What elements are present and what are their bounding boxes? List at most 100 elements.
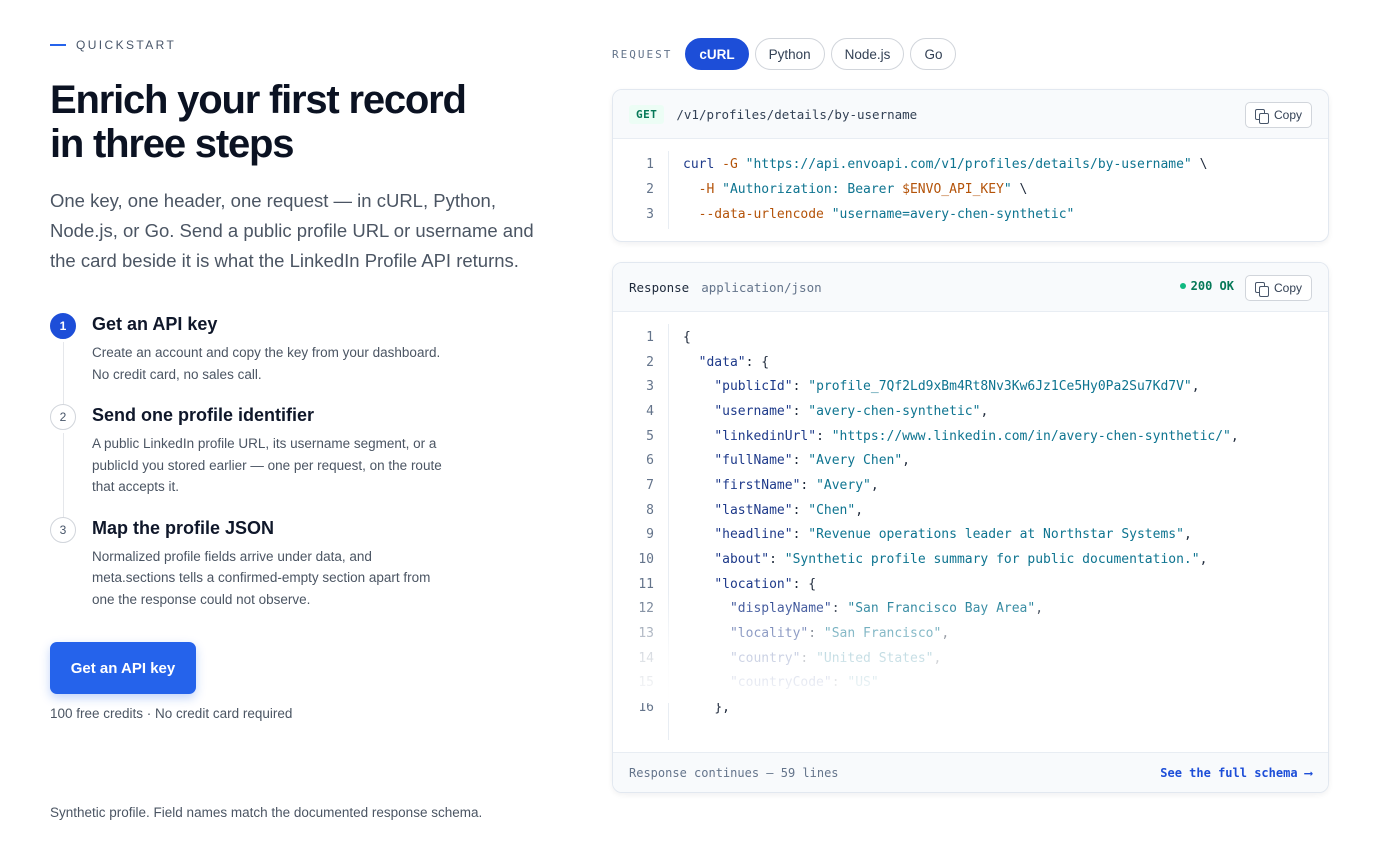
code-token: { bbox=[683, 329, 691, 345]
code-line: 3 "publicId": "profile_7Qf2Ld9xBm4Rt8Nv3… bbox=[613, 374, 1328, 399]
code-punct: : bbox=[816, 428, 832, 444]
step-number-badge: 1 bbox=[50, 313, 76, 339]
code-token: "displayName" bbox=[729, 601, 832, 617]
step-number-badge: 2 bbox=[50, 404, 76, 430]
cta-subtext: 100 free credits · No credit card requir… bbox=[50, 706, 293, 721]
code-token: "https://www.linkedin.com/in/avery-chen-… bbox=[831, 428, 1231, 444]
page-title: Enrich your first record in three steps bbox=[50, 78, 467, 166]
code-gutter bbox=[668, 324, 669, 740]
code-token: "countryCode" bbox=[729, 675, 832, 691]
code-token: , bbox=[1191, 379, 1200, 395]
code-token: "Avery Chen" bbox=[808, 453, 903, 469]
code-token: \ bbox=[1011, 182, 1028, 197]
response-header: Response application/json 200 OK Copy bbox=[613, 263, 1328, 312]
request-header: GET /v1/profiles/details/by-username Cop… bbox=[613, 90, 1328, 139]
code-token: "avery-chen-synthetic" bbox=[808, 403, 981, 419]
line-number: 14 bbox=[638, 650, 654, 666]
code-token: , bbox=[1199, 552, 1208, 568]
code-punct: : bbox=[800, 650, 817, 666]
code-token: "firstName" bbox=[714, 477, 801, 493]
code-token: "data" bbox=[698, 354, 746, 370]
code-token: , bbox=[1183, 527, 1192, 543]
step-title: Send one profile identifier bbox=[92, 405, 315, 425]
code-line: 5 "linkedinUrl": "https://www.linkedin.c… bbox=[613, 424, 1328, 449]
code-line: 10 "about": "Synthetic profile summary f… bbox=[613, 547, 1328, 572]
full-schema-link[interactable]: See the full schema ⟶ bbox=[1160, 766, 1312, 780]
step-body: A public LinkedIn profile URL, its usern… bbox=[92, 436, 442, 494]
step-rail bbox=[62, 433, 64, 519]
code-token: , bbox=[933, 650, 942, 666]
line-number: 11 bbox=[638, 576, 654, 592]
code-punct: : bbox=[800, 477, 817, 493]
copy-icon bbox=[1254, 281, 1269, 297]
code-line: 1 curl -G "https://api.envoapi.com/v1/pr… bbox=[613, 152, 1328, 177]
copy-response-button[interactable]: Copy bbox=[1244, 275, 1312, 301]
line-number: 2 bbox=[646, 354, 654, 370]
tab-curl[interactable]: cURL bbox=[685, 38, 749, 70]
code-line: 4 "username": "avery-chen-synthetic", bbox=[613, 399, 1328, 424]
line-number: 3 bbox=[646, 207, 654, 222]
step-body: Create an account and copy the key from … bbox=[92, 345, 441, 382]
code-token: "username" bbox=[714, 403, 793, 419]
code-punct: : bbox=[769, 552, 785, 568]
line-number: 1 bbox=[646, 157, 654, 172]
code-token: , bbox=[980, 403, 989, 419]
code-line: 11 "location": { bbox=[613, 572, 1328, 597]
eyebrow-dash bbox=[50, 44, 66, 46]
copy-label: Copy bbox=[1273, 281, 1302, 295]
code-token: "San Francisco" bbox=[823, 626, 942, 642]
code-line: 9 "headline": "Revenue operations leader… bbox=[613, 523, 1328, 548]
code-token: "location" bbox=[714, 576, 793, 592]
content-type: application/json bbox=[701, 279, 822, 295]
get-api-key-button[interactable]: Get an API key bbox=[50, 642, 196, 694]
language-tabs: REQUEST cURL Python Node.js Go bbox=[612, 38, 1329, 70]
code-line: 15 "countryCode": "US" bbox=[613, 671, 1328, 696]
code-token: -G bbox=[722, 157, 738, 172]
code-line: 6 "fullName": "Avery Chen", bbox=[613, 448, 1328, 473]
code-line: 16 }, bbox=[613, 695, 1328, 720]
line-number: 6 bbox=[646, 453, 654, 469]
code-token: "United States" bbox=[816, 650, 934, 666]
step-body: Normalized profile fields arrive under d… bbox=[92, 548, 431, 607]
code-token: "username=avery-chen-synthetic" bbox=[831, 207, 1075, 222]
code-token: : { bbox=[745, 354, 770, 370]
http-method-badge: GET bbox=[629, 104, 665, 124]
step-title: Map the profile JSON bbox=[92, 517, 275, 538]
code-line: 2 -H "Authorization: Bearer $ENVO_API_KE… bbox=[613, 177, 1328, 202]
code-token: "about" bbox=[714, 552, 770, 568]
response-footer: Response continues — 59 lines See the fu… bbox=[613, 752, 1328, 792]
code-token: "country" bbox=[729, 650, 801, 666]
code-token: "Authorization: Bearer bbox=[722, 182, 903, 197]
request-code[interactable]: 1 curl -G "https://api.envoapi.com/v1/pr… bbox=[613, 139, 1328, 241]
line-number: 1 bbox=[646, 329, 654, 345]
request-label: REQUEST bbox=[612, 47, 673, 61]
code-token: : { bbox=[792, 576, 817, 592]
copy-request-button[interactable]: Copy bbox=[1244, 102, 1312, 128]
code-line: 12 "displayName": "San Francisco Bay Are… bbox=[613, 597, 1328, 622]
tab-go[interactable]: Go bbox=[910, 38, 957, 70]
code-token: "publicId" bbox=[714, 379, 793, 395]
response-code[interactable]: 1{2 "data": {3 "publicId": "profile_7Qf2… bbox=[613, 312, 1328, 752]
code-token: "locality" bbox=[729, 626, 809, 642]
code-punct: : bbox=[792, 379, 809, 395]
code-token: , bbox=[941, 626, 950, 642]
tab-python[interactable]: Python bbox=[754, 38, 825, 70]
copy-label: Copy bbox=[1273, 108, 1302, 122]
tab-nodejs[interactable]: Node.js bbox=[830, 38, 905, 70]
response-more-note: Response continues — 59 lines bbox=[629, 765, 839, 780]
code-token: , bbox=[1230, 428, 1239, 444]
code-token: --data-urlencode bbox=[698, 207, 824, 222]
code-gutter bbox=[668, 151, 669, 229]
line-number: 5 bbox=[646, 428, 654, 444]
code-token: "fullName" bbox=[714, 453, 793, 469]
line-number: 3 bbox=[646, 379, 654, 395]
status-text: 200 OK bbox=[1190, 279, 1234, 293]
code-token: , bbox=[902, 453, 910, 469]
step-rail bbox=[62, 342, 64, 406]
response-card: Response application/json 200 OK Copy 1 {… bbox=[612, 262, 1329, 793]
code-token: "headline" bbox=[714, 527, 793, 543]
